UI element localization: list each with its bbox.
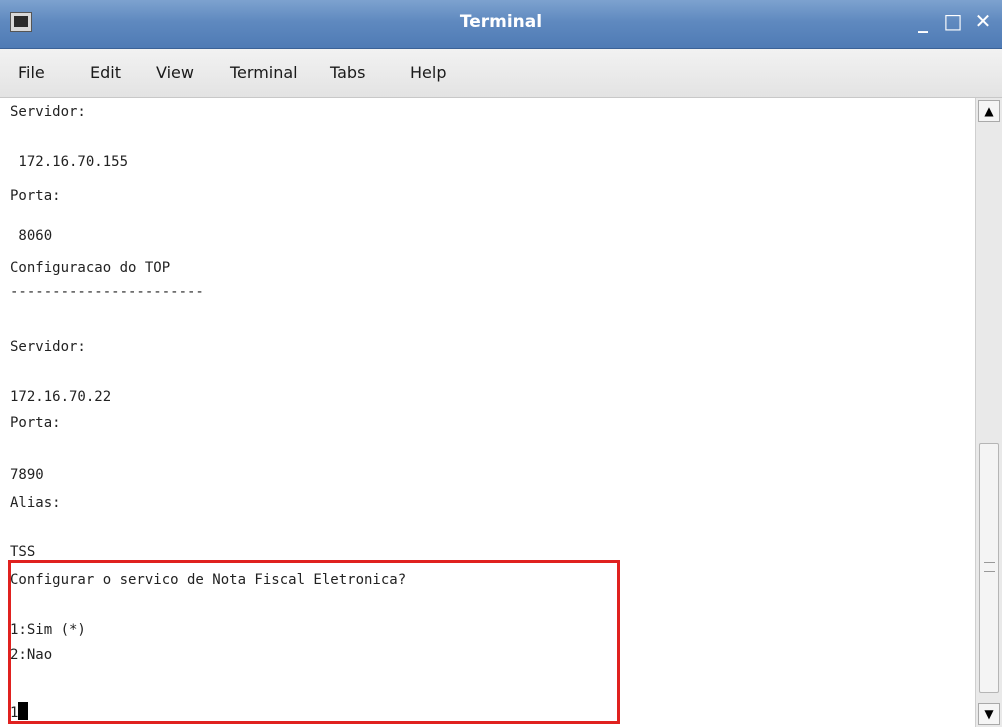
window-titlebar[interactable]: Terminal _ □ ✕ [0, 0, 1002, 49]
window-controls: _ □ ✕ [912, 9, 994, 33]
scroll-down-button[interactable]: ▼ [978, 703, 1000, 725]
menu-terminal[interactable]: Terminal [230, 63, 298, 82]
terminal-line: Servidor: [10, 104, 86, 120]
terminal-line: 7890 [10, 467, 44, 483]
scroll-up-button[interactable]: ▲ [978, 100, 1000, 122]
minimize-button[interactable]: _ [912, 9, 934, 33]
terminal-line: TSS [10, 544, 36, 560]
vertical-scrollbar[interactable]: ▲ ▼ [975, 98, 1002, 727]
menu-bar: File Edit View Terminal Tabs Help [0, 49, 1002, 98]
terminal-line: Porta: [10, 415, 61, 431]
terminal-line: Porta: [10, 188, 61, 204]
terminal-line: 172.16.70.155 [10, 154, 129, 170]
scroll-grip-icon [984, 562, 995, 572]
terminal-line: Servidor: [10, 339, 86, 355]
terminal-line: Configuracao do TOP [10, 260, 171, 276]
close-button[interactable]: ✕ [972, 9, 994, 33]
maximize-button[interactable]: □ [942, 9, 964, 33]
menu-help[interactable]: Help [410, 63, 446, 82]
menu-tabs[interactable]: Tabs [330, 63, 365, 82]
terminal-line: 172.16.70.22 [10, 389, 112, 405]
terminal-line: ----------------------- [10, 284, 204, 300]
menu-file[interactable]: File [18, 63, 45, 82]
highlight-box [8, 560, 620, 724]
terminal-line: Alias: [10, 495, 61, 511]
terminal-line: 8060 [10, 228, 53, 244]
window-title: Terminal [459, 12, 543, 32]
scroll-thumb[interactable] [979, 443, 999, 693]
menu-view[interactable]: View [156, 63, 194, 82]
menu-edit[interactable]: Edit [90, 63, 121, 82]
